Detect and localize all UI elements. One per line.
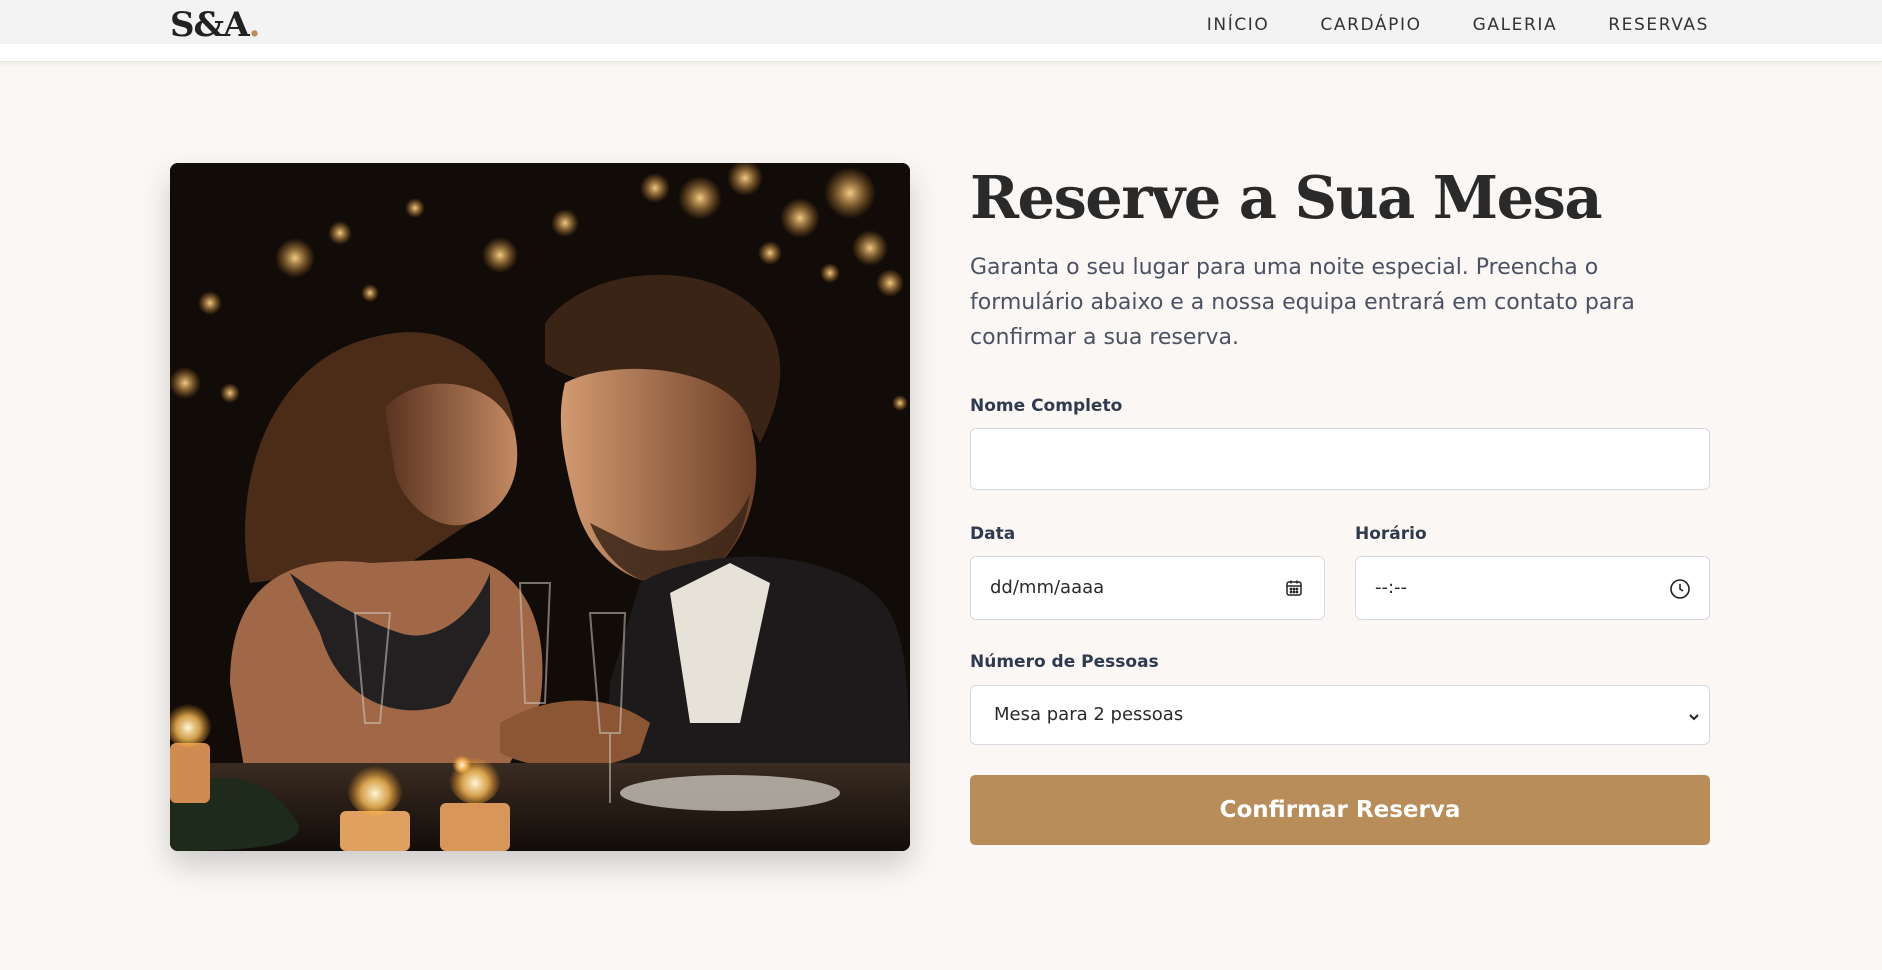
people-select[interactable]: Mesa para 2 pessoas [970,685,1710,745]
main-nav: INÍCIO CARDÁPIO GALERIA RESERVAS [1207,17,1709,34]
people-select-value: Mesa para 2 pessoas [994,704,1184,725]
nav-link-reservas[interactable]: RESERVAS [1608,17,1709,34]
nav-link-galeria[interactable]: GALERIA [1473,17,1558,34]
nav-link-cardapio[interactable]: CARDÁPIO [1320,17,1421,34]
page-subtitle: Garanta o seu lugar para uma noite espec… [970,255,1635,350]
header-band [0,44,1882,62]
time-input[interactable]: --:-- [1355,556,1710,620]
time-input-value: --:-- [1375,577,1408,598]
couple-dinner-photo [170,163,910,851]
calendar-icon[interactable] [1284,578,1304,598]
clock-icon[interactable] [1669,578,1690,599]
page-title: Reserve a Sua Mesa [970,163,1603,232]
logo-text: S&A [170,5,250,45]
date-input[interactable]: dd/mm/aaaa [970,556,1325,620]
date-input-value: dd/mm/aaaa [990,577,1105,598]
photo-illustration [170,163,910,851]
nav-link-inicio[interactable]: INÍCIO [1207,17,1270,34]
top-header: S&A. INÍCIO CARDÁPIO GALERIA RESERVAS [0,0,1882,44]
confirm-reservation-button[interactable]: Confirmar Reserva [970,775,1710,845]
time-label: Horário [1355,524,1427,544]
people-label: Número de Pessoas [970,652,1159,672]
logo-dot: . [248,5,261,45]
chevron-down-icon [1687,708,1701,722]
name-label: Nome Completo [970,396,1123,416]
name-input[interactable] [970,428,1710,490]
date-label: Data [970,524,1016,544]
logo[interactable]: S&A. [170,5,261,45]
